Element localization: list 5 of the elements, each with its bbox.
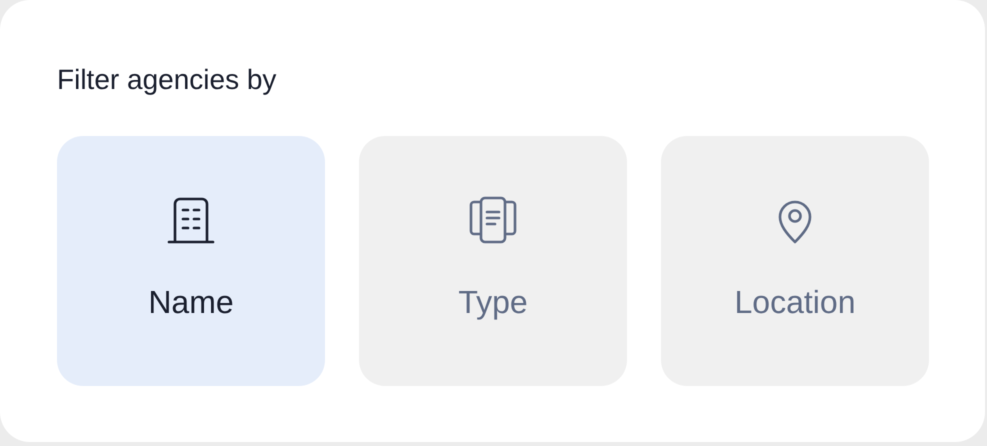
filter-option[interactable]: Location bbox=[661, 136, 929, 386]
filter-option[interactable]: Type bbox=[359, 136, 627, 386]
filter-option[interactable]: Name bbox=[57, 136, 325, 386]
cards-icon bbox=[467, 194, 519, 246]
filter-heading: Filter agencies by bbox=[57, 63, 276, 97]
